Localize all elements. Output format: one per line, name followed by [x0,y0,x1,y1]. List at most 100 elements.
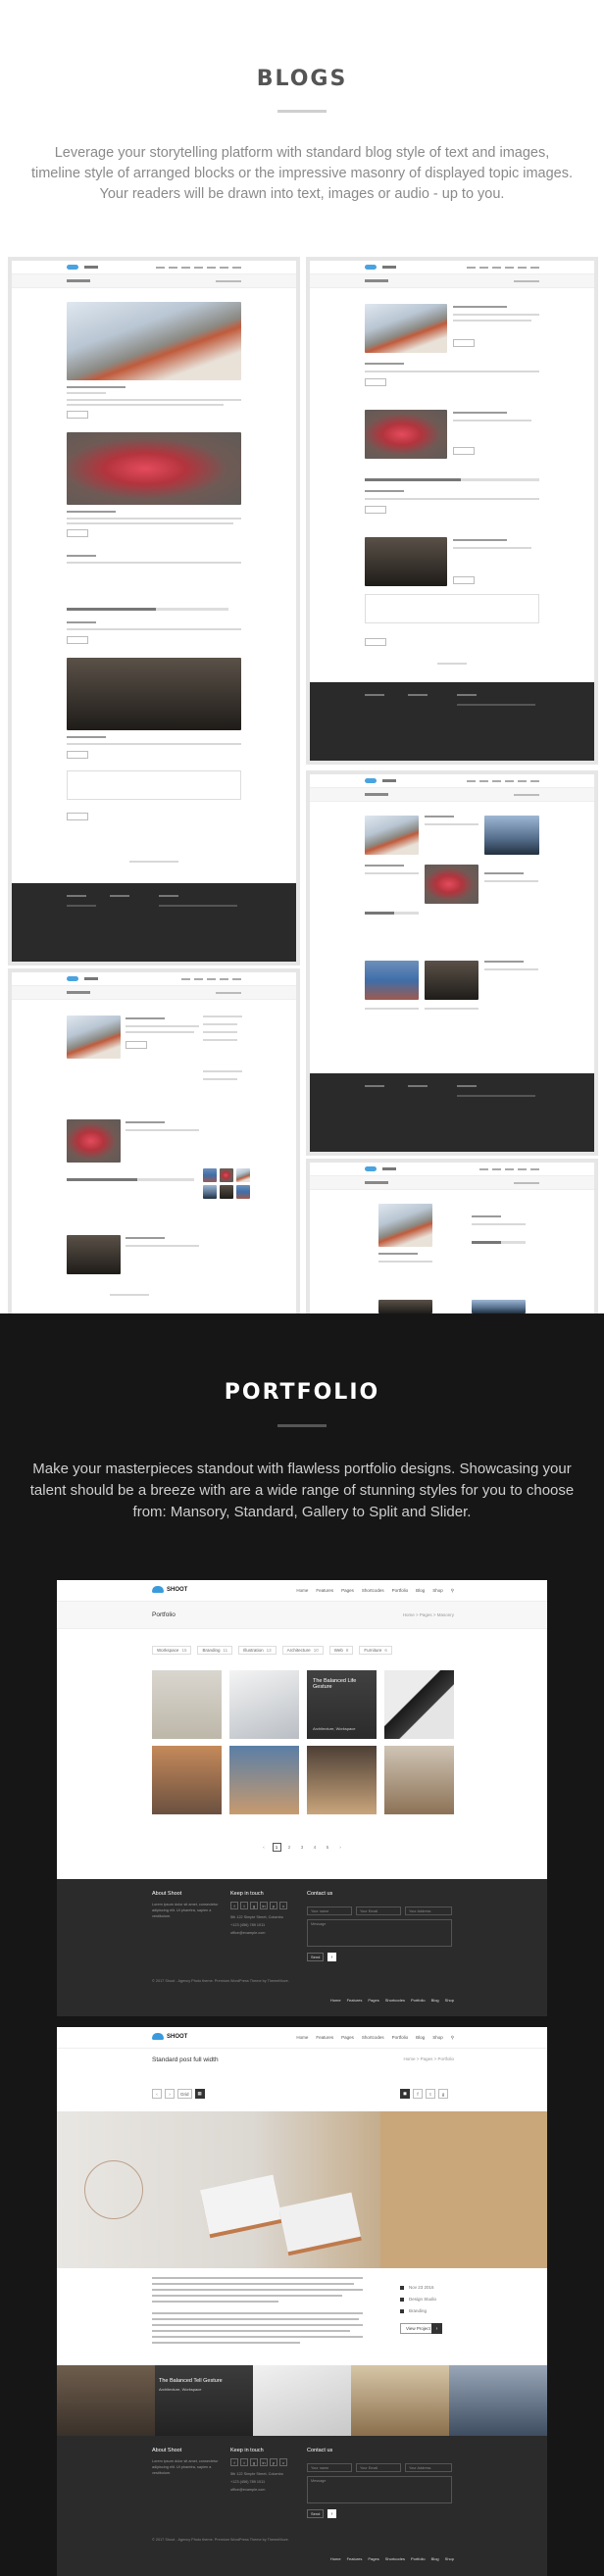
portfolio-item[interactable]: The Balanced Life Gesture Architecture, … [307,1670,377,1739]
nav-features[interactable]: Features [316,1588,333,1594]
nav-blog[interactable]: Blog [416,1588,425,1594]
prev-project-button[interactable]: ‹ [152,2089,162,2099]
send-arrow-icon[interactable]: › [327,1953,336,1961]
linkedin-icon[interactable]: in [260,1902,268,1909]
nav-pages[interactable]: Pages [341,1588,354,1594]
footer-name-input[interactable]: Your name [307,1907,352,1915]
portfolio-item[interactable] [152,1670,222,1739]
breadcrumb[interactable]: Home > Pages > Masonry [403,1612,454,1617]
filter-web[interactable]: Web 8 [328,1646,354,1655]
portfolio-item[interactable] [384,1670,454,1739]
search-icon[interactable]: ⚲ [451,2035,454,2041]
filter-branding[interactable]: Branding 11 [197,1646,233,1655]
portfolio-filters: Workspace 15 Branding 11 Illustration 13 Ar… [152,1646,392,1655]
portfolio-item[interactable] [307,1746,377,1814]
related-project-item[interactable] [253,2365,351,2436]
related-project-item[interactable] [155,2365,253,2436]
footer-keep-in-touch: Keep in touch f t g in p v 5th 122 Simpl… [230,1891,304,1937]
filter-workspace[interactable]: Workspace 15 [152,1646,192,1655]
vimeo-icon[interactable]: v [279,2458,287,2466]
send-arrow-icon[interactable]: › [327,2509,336,2518]
vimeo-icon[interactable]: v [279,1902,287,1909]
filter-architecture[interactable]: Architecture 10 [281,1646,324,1655]
logo[interactable]: SHOOT [152,2033,187,2040]
nav-shortcodes[interactable]: Shortcodes [362,1588,384,1594]
page-title: Standard post full width [152,2056,219,2063]
facebook-icon[interactable]: f [413,2089,423,2099]
page-4[interactable]: 4 [311,1843,320,1852]
portfolio-grid: The Balanced Life Gesture Architecture, … [152,1670,454,1814]
project-meta: Nov 23 2016 Design Studio Branding [400,2282,436,2317]
footer-address-input[interactable]: Your Address [405,2463,452,2472]
calendar-icon [400,2286,404,2290]
google-icon[interactable]: g [250,1902,258,1909]
pagination: ‹ 1 2 3 4 5 › [57,1843,547,1852]
footer-message-input[interactable]: Message [307,1919,452,1947]
google-icon[interactable]: g [438,2089,448,2099]
portfolio-item-title: The Balanced Life Gesture [313,1678,357,1690]
main-nav: Home Features Pages Shortcodes Portfolio… [296,1588,454,1594]
logo[interactable]: SHOOT [152,1586,187,1593]
footer-copyright: © 2017 Shoot - Agency Photo theme. Premi… [152,1979,289,1983]
footer-address-input[interactable]: Your Address [405,1907,452,1915]
prev-page[interactable]: ‹ [260,1843,269,1852]
nav-home[interactable]: Home [296,1588,308,1594]
blogs-divider [277,110,327,113]
page-3[interactable]: 3 [298,1843,307,1852]
portfolio-section: PORTFOLIO Make your masterpieces standou… [0,1313,604,2576]
related-project-category: Architecture, Workspace [159,2387,202,2392]
portfolio-divider [277,1424,327,1427]
next-page[interactable]: › [336,1843,345,1852]
page-2[interactable]: 2 [285,1843,294,1852]
filter-furniture[interactable]: Furniture 6 [359,1646,392,1655]
mini-titlebar [12,274,296,288]
linkedin-icon[interactable]: in [260,2458,268,2466]
related-project-item[interactable] [57,2365,155,2436]
pinterest-icon[interactable]: p [270,1902,277,1909]
grid-icon[interactable]: ▦ [194,2089,205,2099]
page-1[interactable]: 1 [272,1843,281,1852]
share-icon[interactable]: ◼ [400,2089,410,2099]
portfolio-item[interactable] [229,1670,299,1739]
facebook-icon[interactable]: f [230,1902,238,1909]
breadcrumb[interactable]: Home > Pages > Portfolio [403,2056,454,2061]
twitter-icon[interactable]: t [240,1902,248,1909]
filter-illustration[interactable]: Illustration 13 [238,1646,277,1655]
footer-email[interactable]: office@example.com [230,1929,304,1937]
blog-post-image [67,302,241,380]
footer-email-input[interactable]: Your Email [356,1907,401,1915]
site-footer: About Shoot Lorem ipsum dolor sit amet, … [57,1879,547,2016]
pinterest-icon[interactable]: p [270,2458,277,2466]
portfolio-item[interactable] [229,1746,299,1814]
portfolio-masonry-screenshot: SHOOT Home Features Pages Shortcodes Por… [57,1580,547,2016]
send-button[interactable]: Send [307,2509,325,2518]
footer-message-input[interactable]: Message [307,2476,452,2503]
mini-header [12,261,296,274]
related-project-item[interactable] [449,2365,547,2436]
search-icon[interactable]: ⚲ [451,1588,454,1594]
portfolio-item[interactable] [384,1746,454,1814]
twitter-icon[interactable]: t [426,2089,435,2099]
blog-post-image [67,432,241,505]
related-project-item[interactable] [351,2365,449,2436]
footer-name-input[interactable]: Your name [307,2463,352,2472]
tag-icon [400,2309,404,2313]
twitter-icon[interactable]: t [240,2458,248,2466]
nav-shop[interactable]: Shop [432,1588,443,1594]
site-footer: About Shoot Lorem ipsum dolor sit amet, … [57,2436,547,2576]
footer-email-input[interactable]: Your Email [356,2463,401,2472]
audio-player[interactable] [67,608,228,611]
user-icon [400,2298,404,2302]
grid-view-button[interactable]: Grid [177,2089,192,2099]
arrow-right-icon[interactable]: › [431,2323,442,2334]
blog-masonry-screenshot [310,774,594,1152]
facebook-icon[interactable]: f [230,2458,238,2466]
send-button[interactable]: Send [307,1953,325,1961]
nav-portfolio[interactable]: Portfolio [392,1588,409,1594]
blog-grid-screenshot [310,1163,594,1313]
portfolio-item[interactable] [152,1746,222,1814]
next-project-button[interactable]: › [165,2089,175,2099]
google-icon[interactable]: g [250,2458,258,2466]
project-description [152,2277,363,2348]
page-5[interactable]: 5 [324,1843,332,1852]
